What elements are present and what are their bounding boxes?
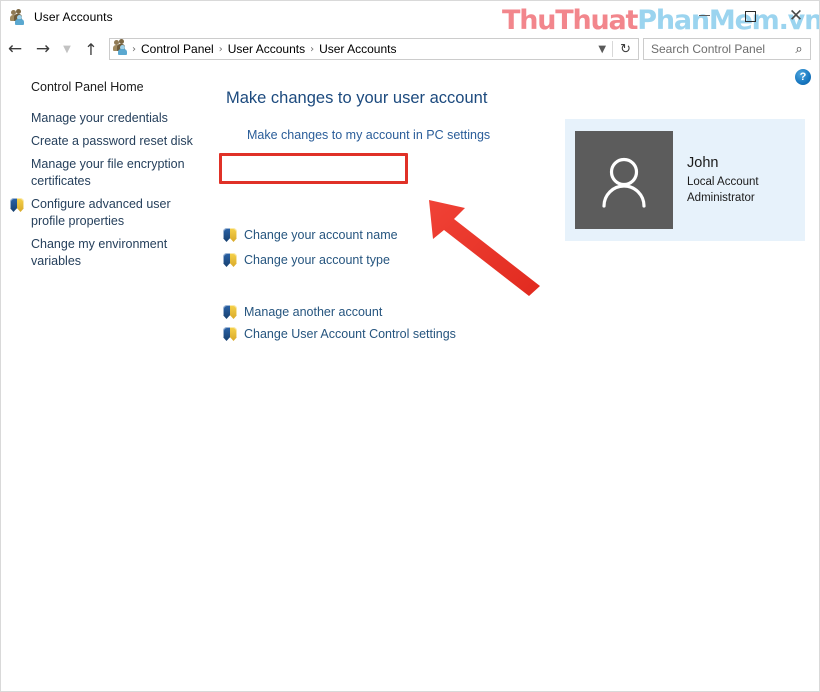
sidebar-item-manage-credentials[interactable]: Manage your credentials [1,110,213,127]
avatar [575,131,673,229]
close-button[interactable]: ✕ [773,1,819,31]
up-arrow-icon[interactable]: ↑ [77,35,105,63]
sidebar-item-label: Manage your file encryption certificates [31,157,185,188]
sidebar-item-label: Create a password reset disk [31,134,193,148]
users-icon [10,9,26,25]
maximize-icon [744,10,756,22]
minimize-icon [698,15,710,16]
sidebar-item-label: Configure advanced user profile properti… [31,197,171,228]
shield-icon [223,305,237,319]
sidebar-item-environment-variables[interactable]: Change my environment variables [1,236,213,270]
shield-icon [223,253,237,267]
sidebar-item-advanced-user-profile[interactable]: Configure advanced user profile properti… [1,196,213,230]
breadcrumb-item-user-accounts[interactable]: User Accounts [224,42,309,56]
user-avatar-icon [602,157,646,208]
watermark-part-1: ThuThuat [502,5,638,36]
search-box[interactable]: Search Control Panel ⌕ [643,38,811,60]
window-title: User Accounts [34,10,113,24]
breadcrumb-users-icon [113,38,129,60]
breadcrumb-item-user-accounts-current[interactable]: User Accounts [315,42,400,56]
sidebar-item-password-reset-disk[interactable]: Create a password reset disk [1,133,213,150]
link-manage-another-account[interactable]: Manage another account [223,305,382,319]
sidebar-item-control-panel-home[interactable]: Control Panel Home [1,67,213,94]
breadcrumb[interactable]: › Control Panel › User Accounts › User A… [109,38,639,60]
user-account-panel: John Local Account Administrator [565,119,805,241]
sidebar-item-label: Manage your credentials [31,111,168,125]
breadcrumb-chevron-down-icon[interactable]: ▼ [592,44,612,55]
link-label: Manage another account [244,305,383,319]
shield-icon [223,228,237,242]
sidebar-item-file-encryption-certificates[interactable]: Manage your file encryption certificates [1,156,213,190]
shield-icon [10,198,24,217]
window-controls: ✕ [681,1,819,31]
maximize-button[interactable] [727,1,773,31]
red-highlight-box [219,153,408,184]
search-input[interactable]: Search Control Panel [644,42,788,56]
link-label: Change your account type [244,253,390,267]
control-panel-window: User Accounts ThuThuatPhanMem.vn ✕ ← → ▼… [0,0,820,692]
sidebar: Control Panel Home Manage your credentia… [1,67,213,276]
link-pc-settings[interactable]: Make changes to my account in PC setting… [247,128,490,142]
close-icon: ✕ [788,5,804,26]
back-arrow-icon[interactable]: ← [1,35,29,63]
sidebar-links: Manage your credentials Create a passwor… [1,110,213,270]
user-details: John Local Account Administrator [687,154,759,205]
user-name: John [687,155,719,172]
forward-arrow-icon[interactable]: → [29,35,57,63]
address-bar: ← → ▼ ↑ › Control Panel › User Accounts … [1,34,819,64]
sidebar-item-label: Change my environment variables [31,237,168,268]
user-role: Administrator [687,191,755,204]
search-icon[interactable]: ⌕ [788,42,810,57]
recent-locations-chevron-down-icon[interactable]: ▼ [57,35,77,63]
link-change-account-type[interactable]: Change your account type [223,253,390,267]
minimize-button[interactable] [681,1,727,31]
page-title: Make changes to your user account [226,89,488,107]
shield-icon [223,327,237,341]
user-account-type: Local Account [687,176,759,189]
refresh-icon[interactable]: ↻ [613,42,638,57]
link-label: Change your account name [244,228,398,242]
link-change-uac-settings[interactable]: Change User Account Control settings [223,327,456,341]
link-change-account-name[interactable]: Change your account name [223,228,398,242]
link-label: Change User Account Control settings [244,327,456,341]
breadcrumb-item-control-panel[interactable]: Control Panel [137,42,218,56]
